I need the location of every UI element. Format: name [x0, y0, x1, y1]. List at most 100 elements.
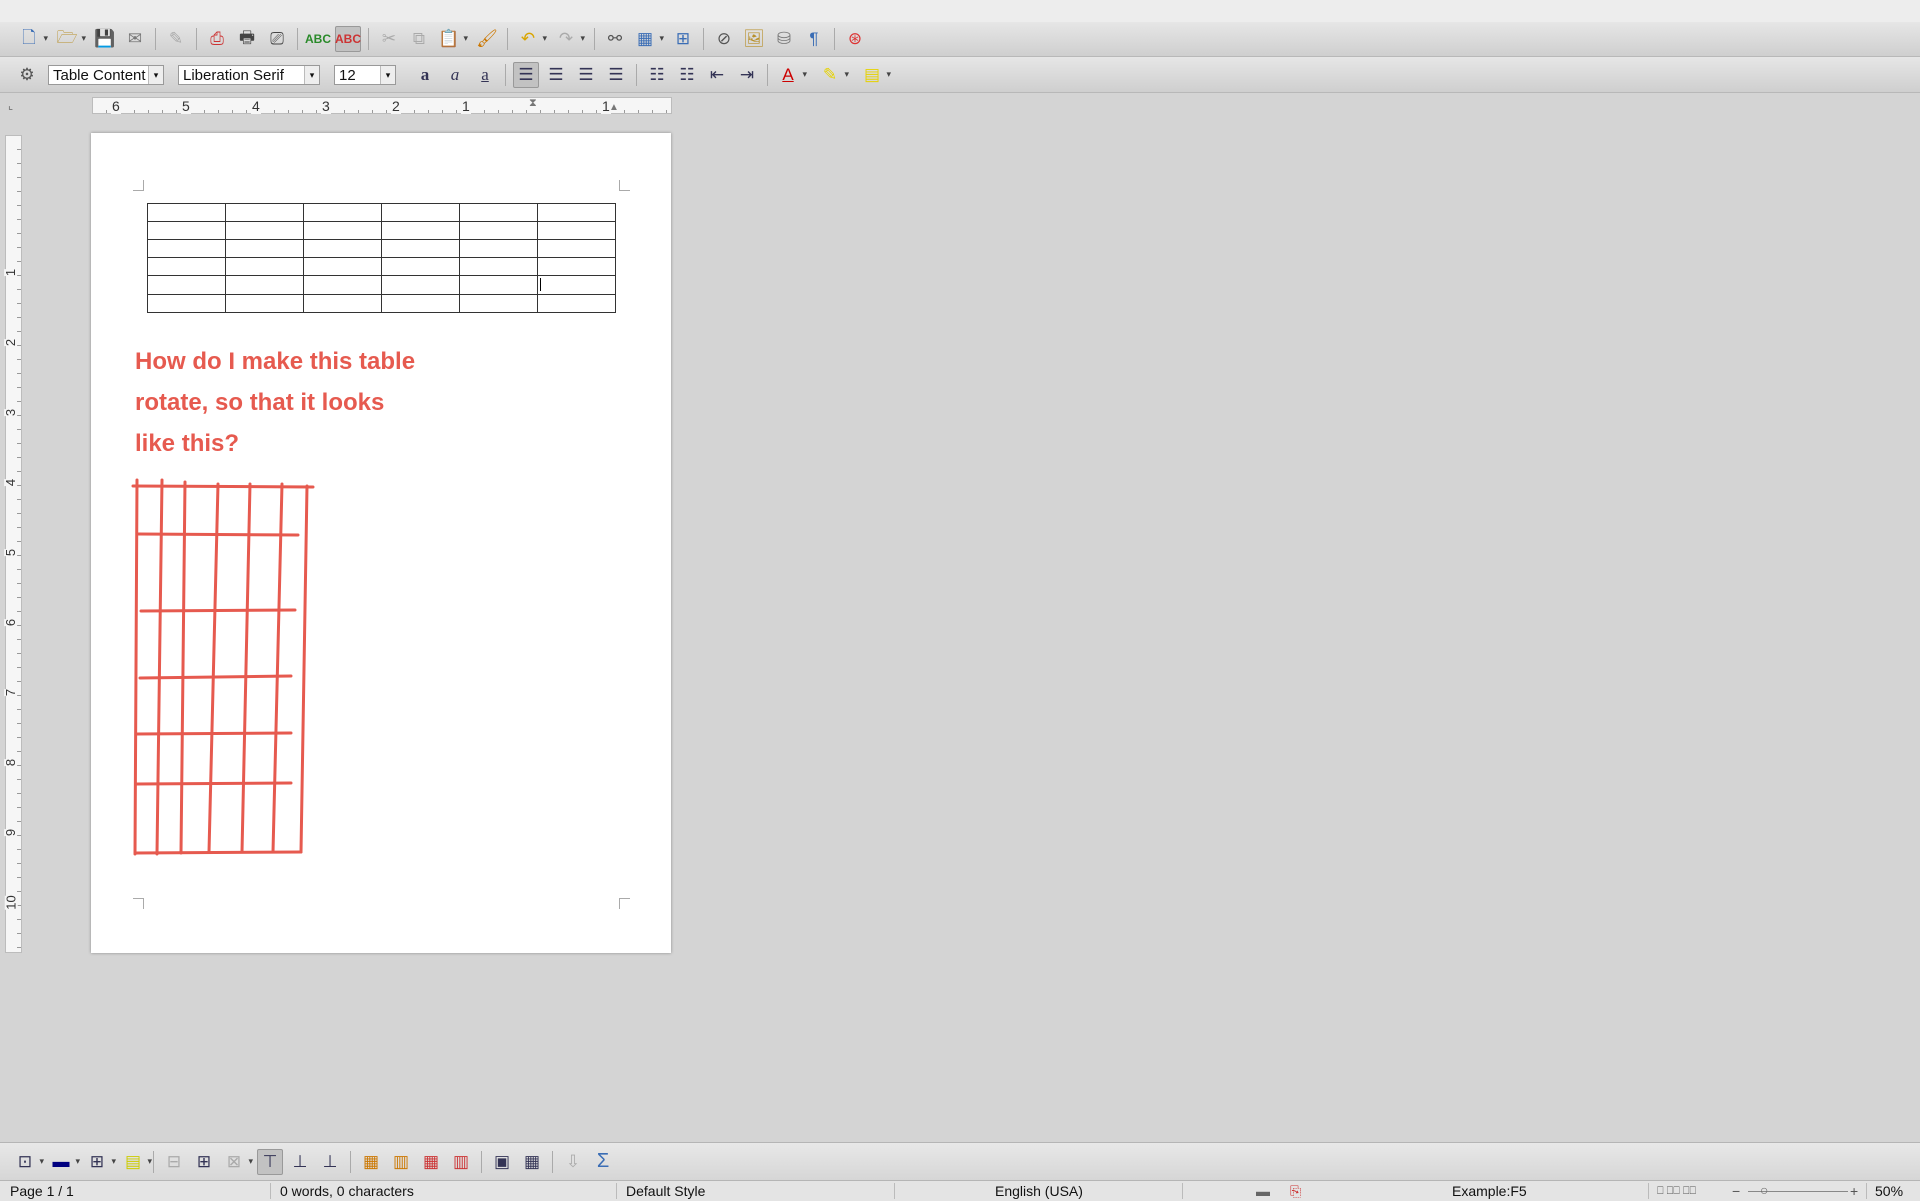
table-cell[interactable]	[537, 239, 616, 258]
table-cell[interactable]	[225, 275, 304, 295]
open-icon[interactable]: 🗁	[54, 26, 86, 52]
table-cell[interactable]	[537, 203, 616, 222]
insert-columns-icon[interactable]: ▥	[388, 1149, 414, 1175]
background-color-icon[interactable]: ▤	[859, 62, 891, 88]
table-cell[interactable]	[225, 257, 304, 276]
table-cell[interactable]	[537, 221, 616, 240]
cut-icon[interactable]: ✂	[376, 26, 402, 52]
justify-icon[interactable]: ☰	[603, 62, 629, 88]
print-icon[interactable]: 🖶	[234, 26, 260, 52]
align-right-icon[interactable]: ☰	[573, 62, 599, 88]
table-cell[interactable]	[303, 257, 382, 276]
table-cell[interactable]	[537, 294, 616, 313]
underline-icon[interactable]: a	[472, 62, 498, 88]
table-cell[interactable]	[303, 294, 382, 313]
edit-mode-icon[interactable]: ✎	[163, 26, 189, 52]
table-icon[interactable]: ▦	[632, 26, 664, 52]
document-modified-icon[interactable]: ⎘	[1290, 1181, 1301, 1201]
font-color-icon[interactable]: A	[775, 62, 807, 88]
center-vertically-icon[interactable]: ⊥	[287, 1149, 313, 1175]
table-cell[interactable]	[459, 203, 538, 222]
page-count[interactable]: Page 1 / 1	[10, 1181, 74, 1201]
sort-icon[interactable]: ⇩	[560, 1149, 586, 1175]
delete-rows-icon[interactable]: ▦	[418, 1149, 444, 1175]
view-layout-icon[interactable]: ⎕ ⎕⎕ ⎕⎕	[1657, 1181, 1696, 1201]
table-cell[interactable]	[147, 203, 226, 222]
table-cell[interactable]	[147, 257, 226, 276]
table-cell[interactable]	[459, 275, 538, 295]
optimize-icon[interactable]: ⊠	[221, 1149, 253, 1175]
merge-cells-icon[interactable]: ⊟	[161, 1149, 187, 1175]
italic-icon[interactable]: a	[442, 62, 468, 88]
table-cell[interactable]	[225, 239, 304, 258]
styles-formatting-icon[interactable]: ⚙	[14, 62, 40, 88]
table-insert-icon[interactable]: ⊡	[12, 1149, 44, 1175]
export-pdf-icon[interactable]: ⎙	[204, 26, 230, 52]
split-cells-icon[interactable]: ⊞	[191, 1149, 217, 1175]
font-size-combo[interactable]: 12 ▾	[334, 64, 396, 85]
table-properties-icon[interactable]: ▦	[519, 1149, 545, 1175]
chevron-down-icon[interactable]: ▾	[304, 65, 319, 84]
increase-indent-icon[interactable]: ⇥	[734, 62, 760, 88]
highlighting-icon[interactable]: ✎	[817, 62, 849, 88]
show-draw-functions-icon[interactable]: ⊞	[670, 26, 696, 52]
table-cell[interactable]	[147, 221, 226, 240]
line-style-icon[interactable]: ▬	[48, 1149, 81, 1175]
gallery-icon[interactable]: 🖼	[741, 26, 767, 52]
table-cell[interactable]	[381, 275, 460, 295]
table-cell[interactable]	[381, 221, 460, 240]
chevron-down-icon[interactable]: ▾	[380, 65, 395, 84]
tab-stop-icon[interactable]: ▲	[609, 102, 619, 113]
clone-format-icon[interactable]: 🖌	[474, 26, 500, 52]
table-cell[interactable]	[459, 221, 538, 240]
indent-marker-icon[interactable]: ⧗	[529, 97, 537, 110]
zoom-level[interactable]: 50%	[1875, 1181, 1903, 1201]
delete-columns-icon[interactable]: ▥	[448, 1149, 474, 1175]
table-cell[interactable]	[381, 257, 460, 276]
bold-icon[interactable]: a	[412, 62, 438, 88]
table-background-color-icon[interactable]: ▤	[120, 1149, 152, 1175]
table-cell[interactable]	[459, 257, 538, 276]
new-document-icon[interactable]: 🗋	[16, 26, 48, 52]
table-cell[interactable]	[381, 239, 460, 258]
table-cell[interactable]	[303, 221, 382, 240]
document-table[interactable]	[147, 203, 616, 313]
sum-icon[interactable]: Σ	[590, 1149, 616, 1175]
table-cell[interactable]	[459, 239, 538, 258]
chevron-down-icon[interactable]: ▾	[148, 65, 163, 84]
hyperlink-icon[interactable]: ⚯	[602, 26, 628, 52]
table-cell[interactable]	[147, 239, 226, 258]
autospellcheck-icon[interactable]: ABC	[335, 26, 361, 52]
copy-icon[interactable]: ⧉	[406, 26, 432, 52]
word-count[interactable]: 0 words, 0 characters	[280, 1181, 414, 1201]
table-cell[interactable]	[225, 221, 304, 240]
redo-icon[interactable]: ↷	[553, 26, 585, 52]
spellcheck-icon[interactable]: ABC	[305, 26, 331, 52]
email-icon[interactable]: ✉	[122, 26, 148, 52]
table-cell[interactable]	[537, 275, 616, 295]
align-top-icon[interactable]: ⊤	[257, 1148, 283, 1175]
align-left-icon[interactable]: ☰	[513, 61, 539, 88]
table-cell[interactable]	[147, 275, 226, 295]
paste-icon[interactable]: 📋	[436, 26, 468, 52]
paragraph-style-combo[interactable]: Table Content ▾	[48, 64, 164, 85]
table-cell[interactable]	[537, 257, 616, 276]
document-page[interactable]: How do I make this table rotate, so that…	[91, 133, 671, 953]
numbering-icon[interactable]: ☷	[644, 62, 670, 88]
data-sources-icon[interactable]: ⛁	[771, 26, 797, 52]
font-name-combo[interactable]: Liberation Serif ▾	[178, 64, 320, 85]
undo-icon[interactable]: ↶	[515, 26, 547, 52]
zoom-slider-handle-icon[interactable]: ○	[1760, 1180, 1768, 1200]
select-table-icon[interactable]: ▣	[489, 1149, 515, 1175]
table-cell[interactable]	[381, 294, 460, 313]
vertical-ruler[interactable]: 1 2 3 4 5 6 7 8 9 10	[3, 135, 22, 953]
save-icon[interactable]: 💾	[92, 26, 118, 52]
table-cell[interactable]	[303, 203, 382, 222]
zoom-out-icon[interactable]: −	[1732, 1181, 1740, 1201]
table-cell[interactable]	[459, 294, 538, 313]
language[interactable]: English (USA)	[995, 1181, 1083, 1201]
print-preview-icon[interactable]: ⎚	[264, 26, 290, 52]
align-center-icon[interactable]: ☰	[543, 62, 569, 88]
decrease-indent-icon[interactable]: ⇤	[704, 62, 730, 88]
formatting-marks-icon[interactable]: ¶	[801, 26, 827, 52]
